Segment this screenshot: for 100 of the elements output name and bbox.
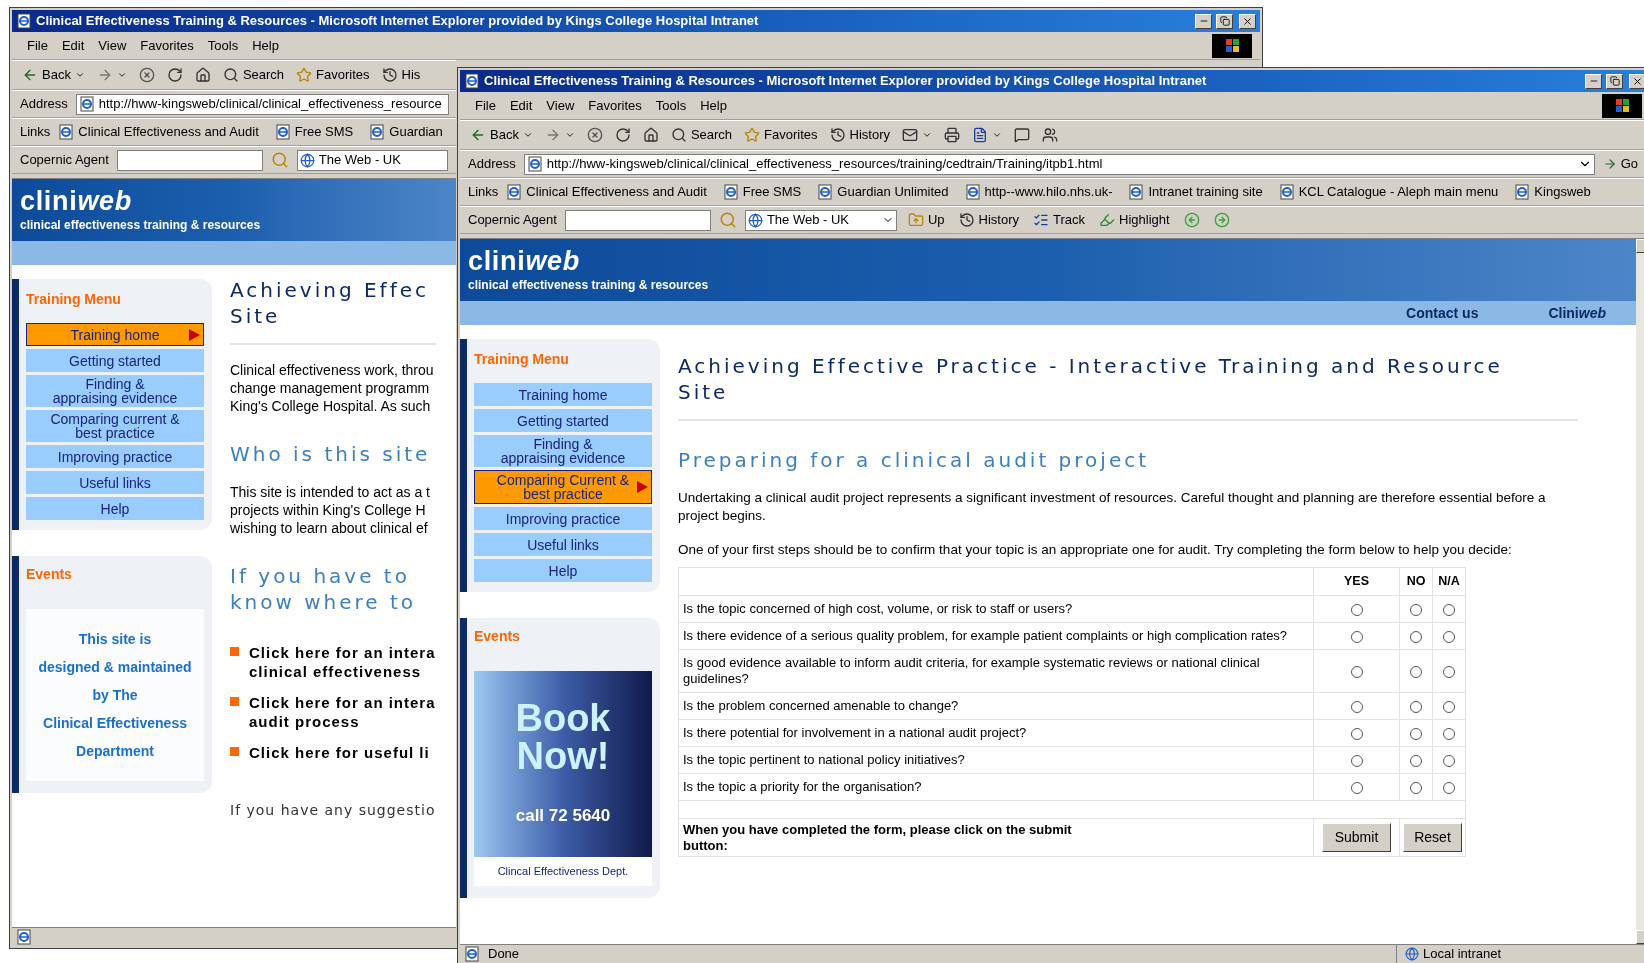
radio-button[interactable] <box>1410 604 1422 617</box>
menu-item[interactable]: Comparing Current & best practice <box>474 470 652 504</box>
toolbar-button[interactable]: Search <box>668 125 735 145</box>
paragraph: One of your first steps should be to confirm that your topic is an appropriate one for audit. Try completing the form below to help you decide: <box>678 541 1513 559</box>
radio-button[interactable] <box>1443 666 1455 679</box>
restore-button[interactable] <box>1606 73 1623 89</box>
engine-select[interactable]: The Web - UK <box>744 209 897 231</box>
address-field[interactable]: http://hww-kingsweb/clinical/clinical_effectiveness_resources/training/cedtrain/Training/itpb1.html <box>523 153 1595 175</box>
toolbar-button[interactable]: Back <box>468 125 535 145</box>
close-button[interactable] <box>1629 73 1644 89</box>
menu-item[interactable]: Help <box>245 33 286 58</box>
link-button[interactable]: KCL Catalogue - Aleph main menu <box>1278 182 1507 202</box>
menu-item[interactable]: Comparing current & best practice <box>26 410 204 442</box>
radio-button[interactable] <box>1410 755 1422 768</box>
link-button[interactable]: Kingsweb <box>1514 182 1599 202</box>
menu-item[interactable]: Getting started <box>474 409 652 432</box>
menu-item[interactable]: Training home <box>26 323 204 346</box>
page-icon <box>506 184 523 200</box>
restore-button[interactable] <box>1216 13 1233 29</box>
menu-item[interactable]: Help <box>474 559 652 582</box>
radio-button[interactable] <box>1410 782 1422 795</box>
menu-item[interactable]: View <box>91 33 134 58</box>
address-label: Address <box>468 155 516 174</box>
menu-item[interactable]: Improving practice <box>26 445 204 468</box>
engine-select[interactable]: The Web - UK <box>296 149 448 171</box>
menu-item[interactable]: Edit <box>54 33 92 58</box>
link-button[interactable]: http--www.hilo.nhs.uk- <box>964 182 1121 202</box>
radio-button[interactable] <box>1410 728 1422 741</box>
radio-button[interactable] <box>1350 631 1363 644</box>
radio-button[interactable] <box>1410 701 1422 714</box>
toolbar-button[interactable]: His <box>379 65 423 85</box>
bullet-link[interactable]: Click here for an intera <box>249 693 436 712</box>
menu-item[interactable]: Getting started <box>26 349 204 372</box>
menu-item[interactable]: File <box>468 93 503 118</box>
column-header: N/A <box>1432 567 1466 596</box>
toolbar-button[interactable]: History <box>955 210 1022 230</box>
go-button[interactable]: Go <box>1602 154 1642 174</box>
radio-button[interactable] <box>1350 782 1363 795</box>
menu-item[interactable]: File <box>20 33 55 58</box>
menu-item[interactable]: Finding & appraising evidence <box>474 435 652 467</box>
radio-button[interactable] <box>1443 631 1455 644</box>
radio-button[interactable] <box>1350 755 1363 768</box>
radio-button[interactable] <box>1350 728 1363 741</box>
copernic-search-field[interactable] <box>116 149 263 171</box>
menu-item[interactable]: Help <box>693 93 734 118</box>
restore-icon <box>1219 16 1230 26</box>
book-now-banner[interactable]: Book Now! call 72 5640 <box>474 671 652 857</box>
radio-button[interactable] <box>1443 755 1455 768</box>
zone-indicator: Local intranet <box>1396 944 1502 963</box>
radio-button[interactable] <box>1350 604 1363 617</box>
close-button[interactable] <box>1239 13 1256 29</box>
link-button[interactable]: Guardian Unlimited <box>817 182 957 202</box>
menu-item[interactable]: Training home <box>474 383 652 406</box>
menu-item[interactable]: Finding & appraising evidence <box>26 375 204 407</box>
menu-item[interactable]: Useful links <box>474 533 652 556</box>
radio-button[interactable] <box>1443 604 1455 617</box>
toolbar-button[interactable]: Up <box>904 210 948 230</box>
toolbar-button[interactable]: History <box>827 125 893 145</box>
menu-item[interactable]: Help <box>26 497 204 520</box>
radio-button[interactable] <box>1350 701 1363 714</box>
menu-item[interactable]: Tools <box>648 93 694 118</box>
link-button[interactable]: Free SMS <box>722 182 810 202</box>
radio-button[interactable] <box>1410 666 1422 679</box>
link-button[interactable]: Free SMS <box>274 122 362 142</box>
toolbar-button[interactable]: Search <box>220 65 287 85</box>
menu-item[interactable]: Useful links <box>26 471 204 494</box>
menu-item[interactable]: Improving practice <box>474 507 652 530</box>
minimize-button[interactable] <box>1585 73 1602 89</box>
links-label: Links <box>20 123 51 142</box>
bullet-link[interactable]: clinical effectiveness <box>249 662 436 681</box>
menu-item[interactable]: Favorites <box>133 33 201 58</box>
radio-button[interactable] <box>1443 701 1455 714</box>
toolbar-button[interactable]: Back <box>20 65 87 85</box>
refresh-icon <box>166 67 183 83</box>
nav-link[interactable]: Cliniweb <box>1548 302 1606 324</box>
link-button[interactable]: Clinical Effectiveness and Audit <box>506 182 715 202</box>
reset-button[interactable]: Reset <box>1403 823 1462 852</box>
radio-button[interactable] <box>1410 631 1422 644</box>
menu-item[interactable]: Tools <box>200 33 246 58</box>
radio-button[interactable] <box>1443 782 1455 795</box>
toolbar-button[interactable]: Highlight <box>1096 210 1173 230</box>
nav-link[interactable]: Contact us <box>1406 302 1479 324</box>
bullet-link[interactable]: audit process <box>249 712 436 731</box>
link-button[interactable]: Clinical Effectiveness and Audit <box>58 122 267 142</box>
menu-item[interactable]: View <box>539 93 582 118</box>
link-button[interactable]: Intranet training site <box>1128 182 1271 202</box>
bullet-link[interactable]: Click here for useful li <box>249 743 430 762</box>
address-field[interactable]: http://hww-kingsweb/clinical/clinical_effectiveness_resource <box>75 93 449 115</box>
menu-item[interactable]: Favorites <box>581 93 649 118</box>
menu-item[interactable]: Edit <box>502 93 540 118</box>
minimize-button[interactable] <box>1195 13 1212 29</box>
radio-button[interactable] <box>1443 728 1455 741</box>
submit-button[interactable]: Submit <box>1321 823 1392 852</box>
toolbar-button[interactable]: Track <box>1030 210 1088 230</box>
bullet-link[interactable]: Click here for an intera <box>249 643 436 662</box>
link-button[interactable]: Guardian <box>369 122 451 142</box>
copernic-search-field[interactable] <box>564 209 711 231</box>
toolbar-button[interactable]: Favorites <box>742 125 820 145</box>
radio-button[interactable] <box>1350 666 1363 679</box>
toolbar-button[interactable]: Favorites <box>294 65 372 85</box>
